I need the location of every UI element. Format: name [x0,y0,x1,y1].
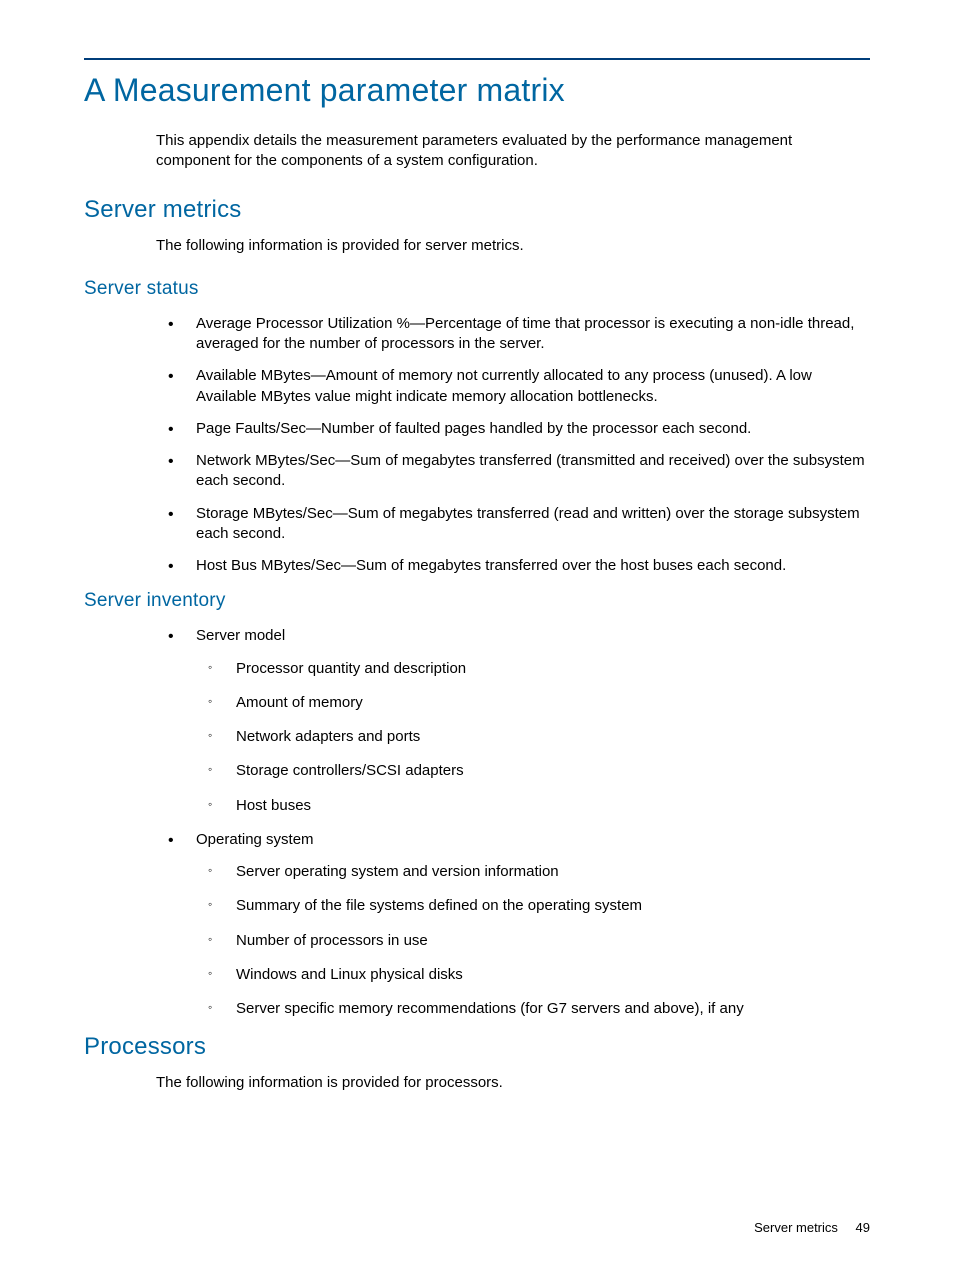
list-item: Server model Processor quantity and desc… [156,626,870,816]
footer-page-number: 49 [856,1220,870,1235]
processors-intro: The following information is provided fo… [156,1073,870,1093]
server-inventory-list: Server model Processor quantity and desc… [156,626,870,1019]
sub-list: Server operating system and version info… [196,862,870,1019]
intro-paragraph: This appendix details the measurement pa… [156,131,870,172]
sub-list-item: Number of processors in use [196,931,870,951]
list-item: Page Faults/Sec—Number of faulted pages … [156,419,870,439]
list-item-label: Operating system [196,831,314,848]
sub-list-item: Server operating system and version info… [196,862,870,882]
list-item: Operating system Server operating system… [156,830,870,1020]
page-heading: A Measurement parameter matrix [84,72,870,109]
list-item: Network MBytes/Sec—Sum of megabytes tran… [156,451,870,492]
list-item-label: Server model [196,627,285,644]
list-item: Average Processor Utilization %—Percenta… [156,314,870,355]
list-item: Available MBytes—Amount of memory not cu… [156,366,870,407]
footer-title: Server metrics [754,1220,838,1235]
sub-list-item: Network adapters and ports [196,727,870,747]
sub-list-item: Server specific memory recommendations (… [196,999,870,1019]
page-footer: Server metrics 49 [754,1220,870,1235]
sub-list-item: Storage controllers/SCSI adapters [196,761,870,781]
section-heading-processors: Processors [84,1033,870,1061]
sub-list: Processor quantity and description Amoun… [196,659,870,816]
server-metrics-intro: The following information is provided fo… [156,236,870,256]
header-rule [84,58,870,60]
section-heading-server-inventory: Server inventory [84,590,870,612]
section-heading-server-status: Server status [84,278,870,300]
sub-list-item: Summary of the file systems defined on t… [196,896,870,916]
sub-list-item: Amount of memory [196,693,870,713]
sub-list-item: Windows and Linux physical disks [196,965,870,985]
server-status-list: Average Processor Utilization %—Percenta… [156,314,870,577]
section-heading-server-metrics: Server metrics [84,196,870,224]
list-item: Host Bus MBytes/Sec—Sum of megabytes tra… [156,556,870,576]
sub-list-item: Processor quantity and description [196,659,870,679]
list-item: Storage MBytes/Sec—Sum of megabytes tran… [156,504,870,545]
sub-list-item: Host buses [196,796,870,816]
